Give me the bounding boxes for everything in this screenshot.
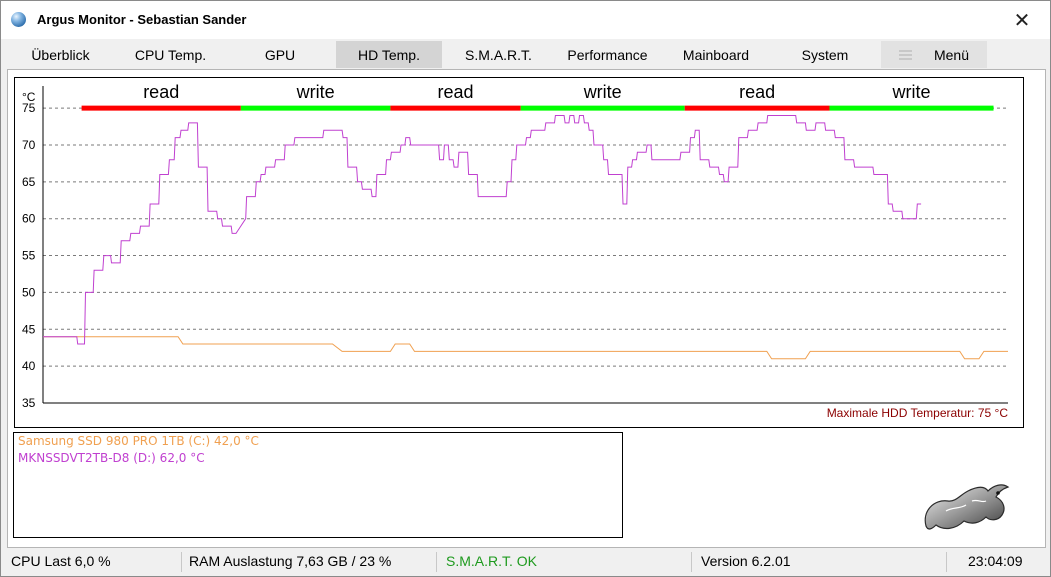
annotation-label: write [296, 82, 335, 102]
annotation-label: write [583, 82, 622, 102]
cpu-load-status: CPU Last 6,0 % [11, 553, 111, 569]
window-title: Argus Monitor - Sebastian Sander [37, 12, 247, 27]
y-tick-label: 60 [22, 212, 36, 226]
status-divider [436, 552, 437, 572]
series-line [43, 115, 922, 345]
chart-canvas: °C354045505560657075read write read write re… [22, 82, 1009, 420]
tab-gpu[interactable]: GPU [227, 41, 333, 68]
hamburger-icon [898, 49, 912, 60]
legend-item-ssd-c: Samsung SSD 980 PRO 1TB (C:) 42,0 °C [18, 434, 259, 448]
annotation-label: read [143, 82, 179, 102]
tab-system[interactable]: System [772, 41, 878, 68]
tab-overview[interactable]: Überblick [7, 41, 114, 68]
temperature-chart: °C 35 40 45 50 55 60 65 70 75 read write read write re… [14, 77, 1024, 428]
clock-status: 23:04:09 [968, 553, 1023, 569]
tab-menu[interactable]: Menü [881, 41, 987, 68]
smart-status: S.M.A.R.T. OK [446, 553, 538, 569]
tab-label: S.M.A.R.T. [465, 46, 532, 63]
tab-mainboard[interactable]: Mainboard [663, 41, 769, 68]
status-divider [946, 552, 947, 572]
series-line [43, 336, 1008, 360]
title-bar[interactable]: Argus Monitor - Sebastian Sander ✕ [1, 1, 1050, 39]
y-tick-label: 55 [22, 249, 36, 263]
legend-item-ssd-d: MKNSSDVT2TB-D8 (D:) 62,0 °C [18, 451, 205, 465]
annotation-label: read [438, 82, 474, 102]
annotation-label: write [891, 82, 930, 102]
y-tick-label: 70 [22, 138, 36, 152]
legend: Samsung SSD 980 PRO 1TB (C:) 42,0 °C MKN… [13, 432, 623, 538]
tab-label: HD Temp. [358, 46, 420, 63]
app-window: Argus Monitor - Sebastian Sander ✕ Überb… [0, 0, 1051, 577]
y-tick-label: 65 [22, 175, 36, 189]
status-divider [181, 552, 182, 572]
argus-salamander-logo [924, 484, 1010, 530]
tab-performance[interactable]: Performance [554, 41, 661, 68]
argus-app-icon [11, 12, 26, 27]
tab-label: Menü [933, 46, 970, 63]
status-divider [691, 552, 692, 572]
y-tick-label: 35 [22, 396, 36, 410]
y-tick-label: 45 [22, 322, 36, 336]
y-tick-label: 50 [22, 285, 36, 299]
close-button[interactable]: ✕ [1004, 3, 1040, 37]
tab-cpu-temp[interactable]: CPU Temp. [117, 41, 224, 68]
tab-bar: Überblick CPU Temp. GPU HD Temp. S.M.A.R… [1, 39, 1050, 68]
tab-label: CPU Temp. [134, 46, 207, 63]
tab-hd-temp[interactable]: HD Temp. [336, 41, 442, 68]
y-tick-label: 75 [22, 101, 36, 115]
tab-label: Performance [567, 46, 648, 63]
y-tick-label: 40 [22, 359, 36, 373]
max-temp-label: Maximale HDD Temperatur: 75 °C [827, 406, 1009, 420]
status-bar: CPU Last 6,0 % RAM Auslastung 7,63 GB / … [1, 549, 1050, 576]
annotation-label: read [739, 82, 775, 102]
tab-label: Mainboard [682, 46, 750, 63]
tab-label: Überblick [31, 46, 90, 63]
ram-usage-status: RAM Auslastung 7,63 GB / 23 % [189, 553, 392, 569]
tab-label: GPU [264, 46, 296, 63]
tab-label: System [801, 46, 849, 63]
tab-smart[interactable]: S.M.A.R.T. [445, 41, 552, 68]
version-status: Version 6.2.01 [701, 553, 791, 569]
